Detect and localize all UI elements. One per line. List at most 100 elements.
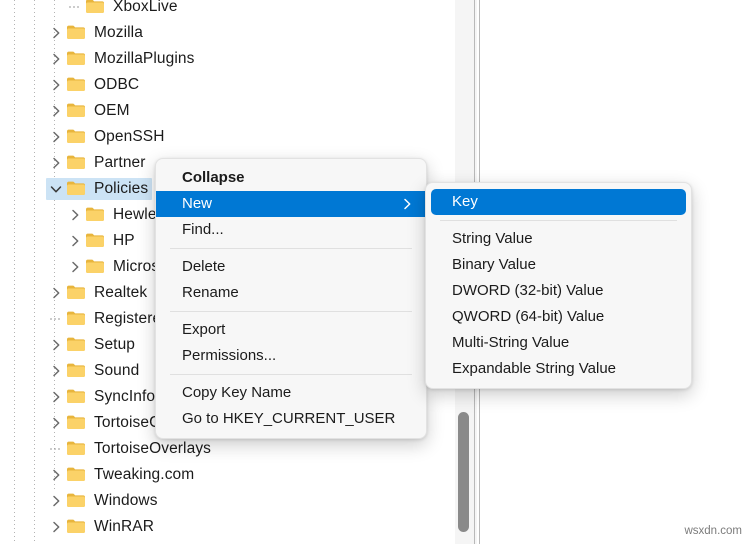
chevron-right-icon[interactable] bbox=[46, 417, 66, 429]
tree-item-xboxlive[interactable]: XboxLive bbox=[65, 0, 182, 20]
menu-item-label: Binary Value bbox=[452, 256, 536, 273]
tree-item-label: Partner bbox=[94, 154, 146, 171]
context-menu[interactable]: Collapse New Find... Delete Rename Export Perm… bbox=[155, 158, 427, 439]
tree-item-label: XboxLive bbox=[113, 0, 178, 15]
menu-item-rename[interactable]: Rename bbox=[156, 280, 426, 306]
menu-item-delete[interactable]: Delete bbox=[156, 254, 426, 280]
tree-item-wow6432node[interactable]: WOW6432Node bbox=[46, 540, 212, 544]
chevron-right-icon[interactable] bbox=[46, 53, 66, 65]
folder-icon bbox=[66, 284, 88, 302]
tree-leaf-connector-icon bbox=[46, 443, 66, 455]
menu-separator bbox=[170, 248, 412, 249]
tree-item-hp[interactable]: HP bbox=[65, 228, 139, 254]
menu-item-new[interactable]: New bbox=[156, 191, 426, 217]
new-submenu[interactable]: Key String Value Binary Value DWORD (32-bit… bbox=[425, 182, 692, 389]
folder-icon bbox=[66, 102, 88, 120]
chevron-right-icon[interactable] bbox=[46, 157, 66, 169]
submenu-item-qword-64-bit-value[interactable]: QWORD (64-bit) Value bbox=[426, 304, 691, 330]
chevron-right-icon[interactable] bbox=[46, 79, 66, 91]
menu-item-label: Permissions... bbox=[182, 347, 277, 364]
tree-item-realtek[interactable]: Realtek bbox=[46, 280, 151, 306]
chevron-right-icon[interactable] bbox=[46, 495, 66, 507]
scrollbar-thumb[interactable] bbox=[458, 412, 469, 532]
menu-item-label: New bbox=[182, 195, 213, 212]
submenu-item-expandable-string-value[interactable]: Expandable String Value bbox=[426, 356, 691, 382]
tree-item-winrar[interactable]: WinRAR bbox=[46, 514, 158, 540]
chevron-right-icon[interactable] bbox=[46, 521, 66, 533]
tree-item-label: MozillaPlugins bbox=[94, 50, 195, 67]
chevron-right-icon[interactable] bbox=[46, 105, 66, 117]
folder-icon bbox=[66, 362, 88, 380]
tree-guide-line-1 bbox=[14, 0, 15, 544]
tree-item-label: OEM bbox=[94, 102, 130, 119]
menu-item-label: String Value bbox=[452, 230, 533, 247]
chevron-right-icon[interactable] bbox=[46, 365, 66, 377]
menu-item-export[interactable]: Export bbox=[156, 317, 426, 343]
submenu-item-key[interactable]: Key bbox=[431, 189, 686, 215]
folder-icon bbox=[85, 206, 107, 224]
tree-item-policies[interactable]: Policies bbox=[46, 176, 153, 202]
submenu-item-dword-32-bit-value[interactable]: DWORD (32-bit) Value bbox=[426, 278, 691, 304]
chevron-right-icon[interactable] bbox=[46, 131, 66, 143]
tree-item-setup[interactable]: Setup bbox=[46, 332, 139, 358]
chevron-right-icon[interactable] bbox=[65, 235, 85, 247]
tree-item-syncinfo[interactable]: SyncInfo bbox=[46, 384, 159, 410]
tree-item-label: WinRAR bbox=[94, 518, 155, 535]
chevron-right-icon[interactable] bbox=[46, 469, 66, 481]
chevron-right-icon[interactable] bbox=[65, 261, 85, 273]
menu-item-label: Copy Key Name bbox=[182, 384, 292, 401]
tree-item-label: SyncInfo bbox=[94, 388, 156, 405]
chevron-right-icon[interactable] bbox=[46, 339, 66, 351]
tree-item-partner[interactable]: Partner bbox=[46, 150, 150, 176]
folder-icon bbox=[66, 180, 88, 198]
chevron-down-icon[interactable] bbox=[46, 185, 66, 194]
tree-item-mozilla[interactable]: Mozilla bbox=[46, 20, 147, 46]
menu-item-collapse[interactable]: Collapse bbox=[156, 165, 426, 191]
tree-item-label: Mozilla bbox=[94, 24, 143, 41]
tree-leaf-connector-icon bbox=[46, 313, 66, 325]
chevron-right-icon[interactable] bbox=[46, 287, 66, 299]
tree-item-odbc[interactable]: ODBC bbox=[46, 72, 143, 98]
folder-icon bbox=[66, 492, 88, 510]
tree-item-tortoiseoverlays[interactable]: TortoiseOverlays bbox=[46, 436, 215, 462]
tree-item-openssh[interactable]: OpenSSH bbox=[46, 124, 169, 150]
folder-icon bbox=[66, 310, 88, 328]
tree-item-label: TortoiseOverlays bbox=[94, 440, 212, 457]
menu-separator bbox=[170, 311, 412, 312]
submenu-item-multi-string-value[interactable]: Multi-String Value bbox=[426, 330, 691, 356]
submenu-item-binary-value[interactable]: Binary Value bbox=[426, 252, 691, 278]
tree-item-oem[interactable]: OEM bbox=[46, 98, 134, 124]
tree-item-label: Windows bbox=[94, 492, 158, 509]
folder-icon bbox=[66, 128, 88, 146]
tree-item-label: HP bbox=[113, 232, 135, 249]
chevron-right-icon[interactable] bbox=[46, 391, 66, 403]
menu-item-copy-key-name[interactable]: Copy Key Name bbox=[156, 380, 426, 406]
tree-guide-line-2 bbox=[34, 0, 35, 544]
menu-item-label: Rename bbox=[182, 284, 239, 301]
registry-editor-window: XboxLive Mozilla MozillaPlugins ODBC OEM Open… bbox=[0, 0, 750, 544]
tree-item-label: OpenSSH bbox=[94, 128, 165, 145]
menu-separator bbox=[440, 220, 677, 221]
menu-separator bbox=[170, 374, 412, 375]
menu-item-label: Collapse bbox=[182, 169, 245, 186]
folder-icon bbox=[85, 232, 107, 250]
folder-icon bbox=[66, 440, 88, 458]
menu-item-label: Multi-String Value bbox=[452, 334, 570, 351]
tree-item-sound[interactable]: Sound bbox=[46, 358, 143, 384]
tree-item-windows[interactable]: Windows bbox=[46, 488, 162, 514]
chevron-right-icon[interactable] bbox=[65, 209, 85, 221]
tree-item-label: Tweaking.com bbox=[94, 466, 195, 483]
menu-item-go-to-hkey-current-user[interactable]: Go to HKEY_CURRENT_USER bbox=[156, 406, 426, 432]
chevron-right-icon[interactable] bbox=[46, 27, 66, 39]
tree-item-label: Setup bbox=[94, 336, 136, 353]
menu-item-permissions[interactable]: Permissions... bbox=[156, 343, 426, 369]
submenu-item-string-value[interactable]: String Value bbox=[426, 226, 691, 252]
menu-item-label: Delete bbox=[182, 258, 226, 275]
tree-item-label: ODBC bbox=[94, 76, 140, 93]
menu-item-label: Expandable String Value bbox=[452, 360, 617, 377]
tree-item-mozillaplugins[interactable]: MozillaPlugins bbox=[46, 46, 198, 72]
menu-item-label: Find... bbox=[182, 221, 224, 238]
menu-item-find[interactable]: Find... bbox=[156, 217, 426, 243]
tree-item-tweaking-com[interactable]: Tweaking.com bbox=[46, 462, 198, 488]
folder-icon bbox=[85, 258, 107, 276]
